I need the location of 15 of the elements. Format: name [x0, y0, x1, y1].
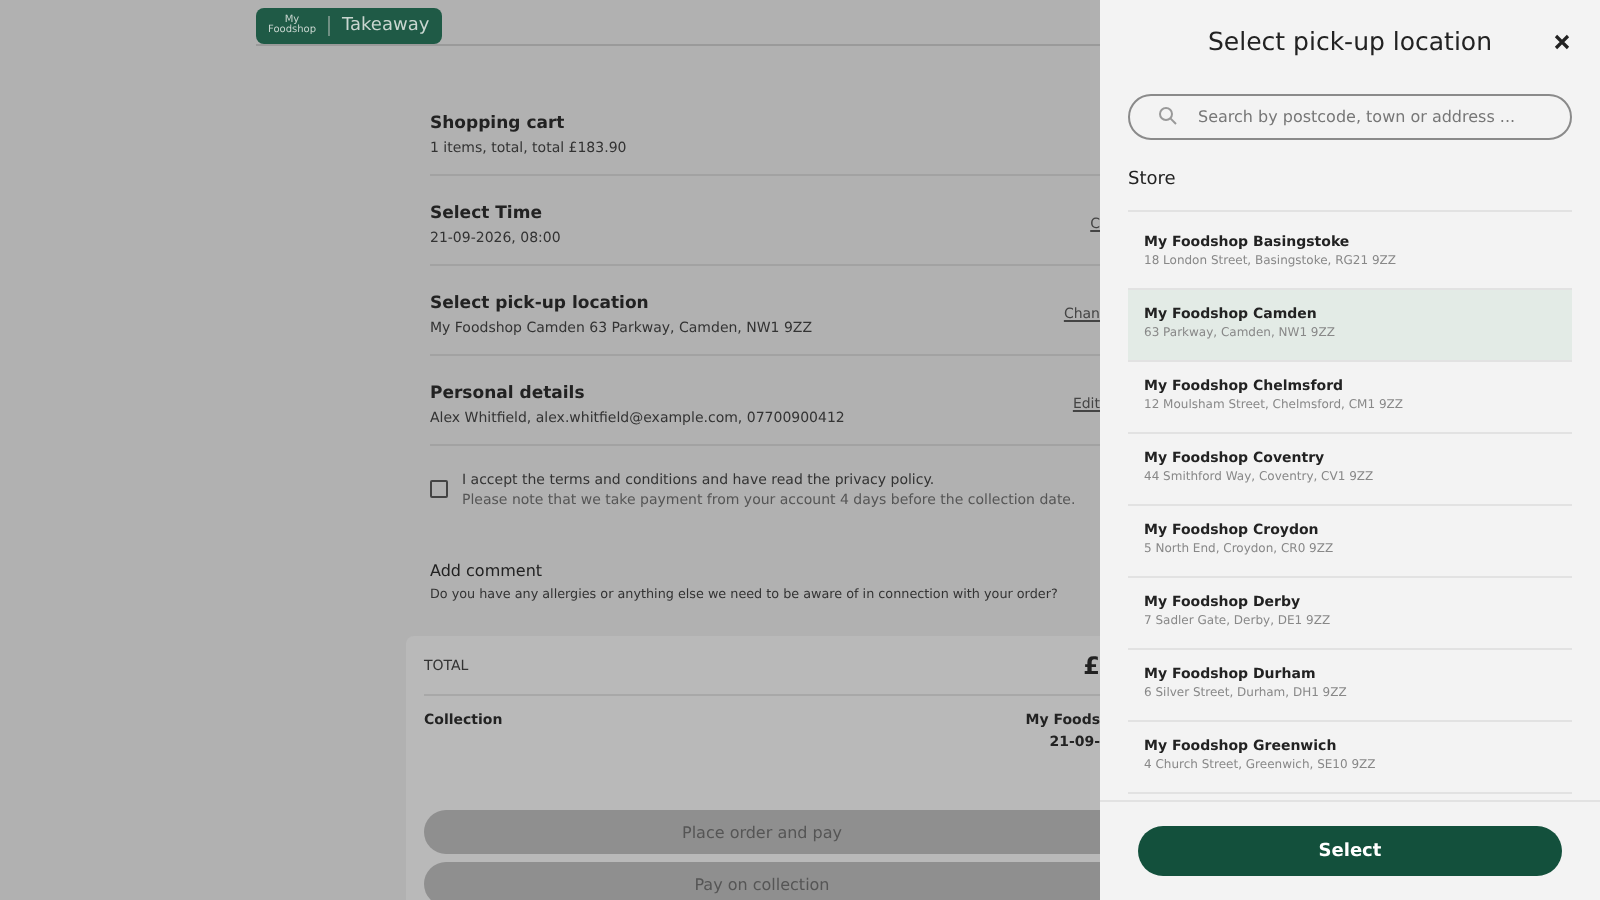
- comment-title: Add comment: [430, 562, 545, 580]
- drawer-title: Select pick-up location: [1208, 26, 1492, 60]
- section-title: Select pick-up location: [430, 293, 651, 313]
- terms-checkbox[interactable]: [430, 480, 448, 498]
- close-button[interactable]: [1552, 32, 1572, 52]
- search-icon: [1158, 106, 1178, 126]
- select-button[interactable]: Select: [1138, 826, 1562, 876]
- total-value: £: [1083, 651, 1100, 679]
- section-title: Shopping cart: [430, 113, 567, 133]
- section-title: Select Time: [430, 203, 544, 223]
- logo-title: Takeaway: [342, 16, 430, 36]
- close-icon: [1552, 32, 1572, 52]
- store-group-title: Store: [1128, 170, 1572, 212]
- section-title: Personal details: [430, 383, 587, 403]
- search-field[interactable]: Search by postcode, town or address ...: [1128, 94, 1572, 140]
